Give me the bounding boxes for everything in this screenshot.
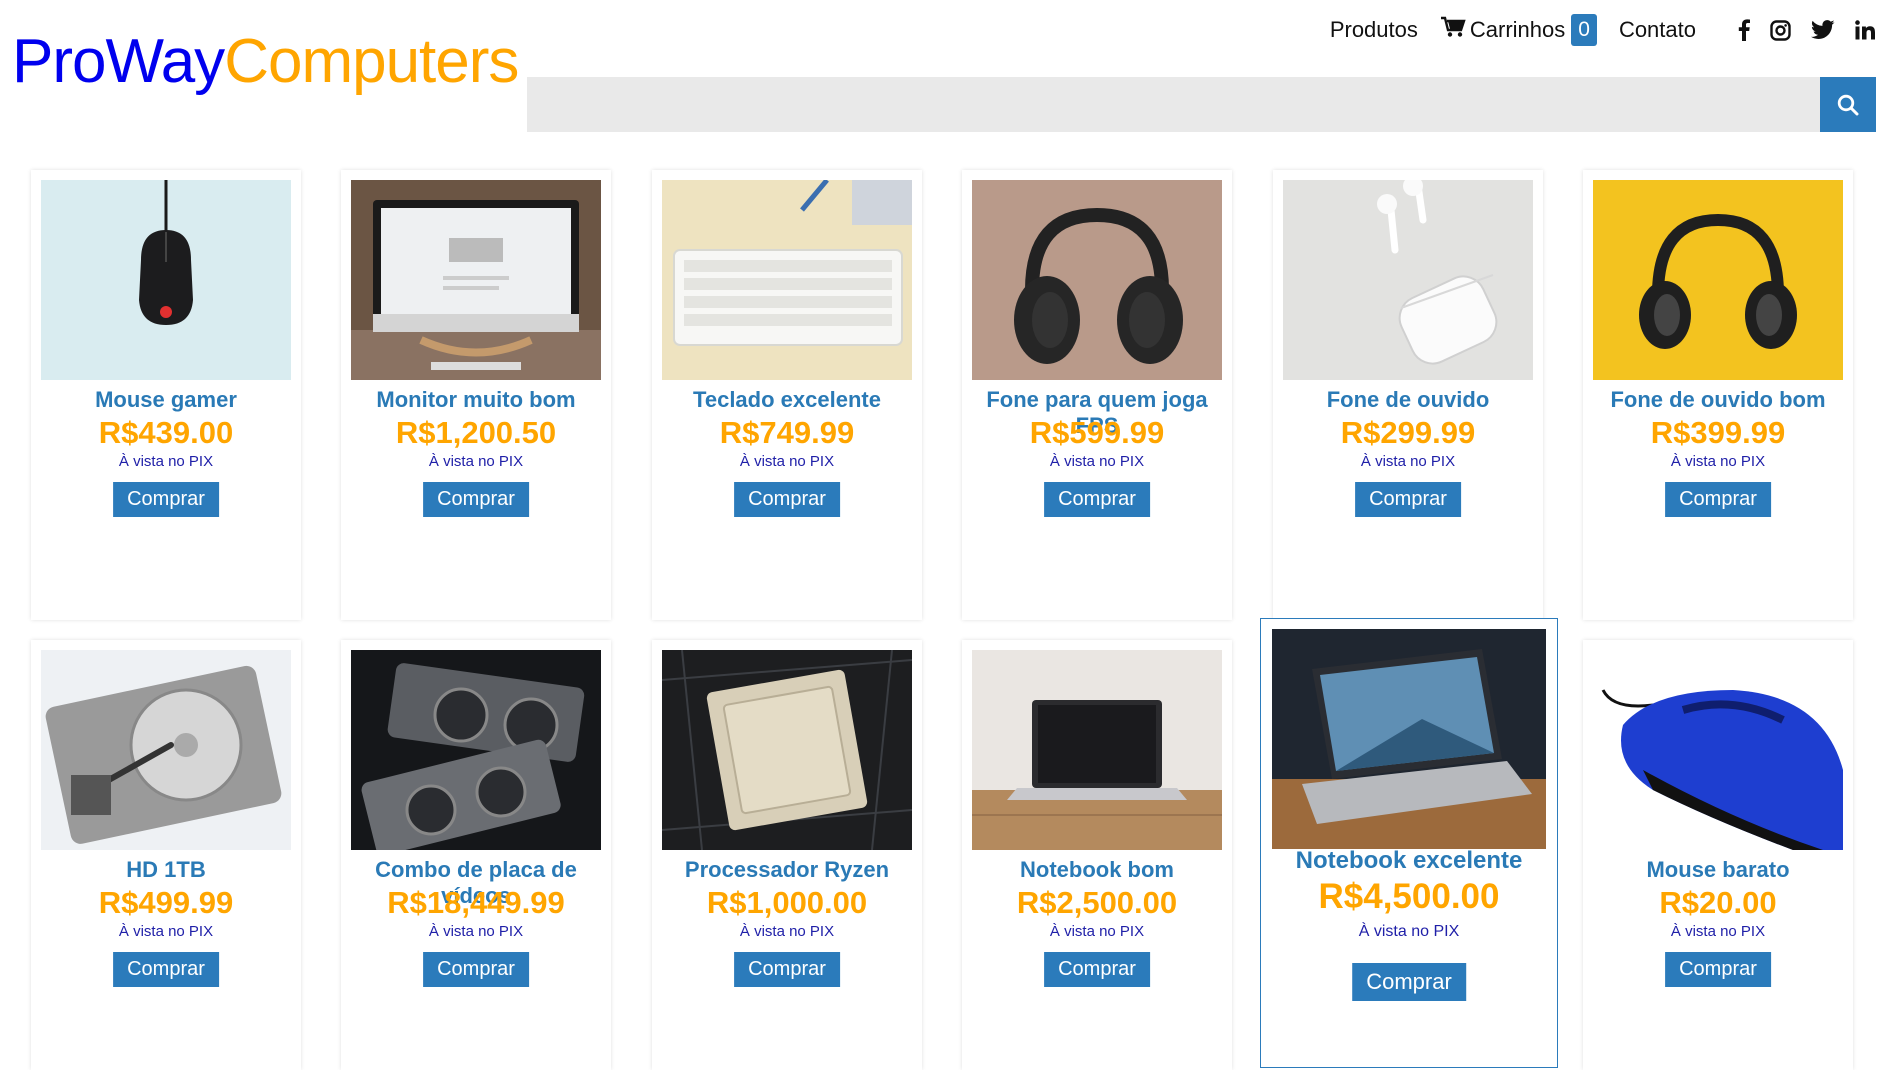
nav-cart-link[interactable]: Carrinhos 0 — [1440, 14, 1597, 46]
product-price: R$599.99 — [1029, 415, 1165, 450]
product-card-notebook-excelente[interactable]: Notebook excelente R$4,500.00 À vista no… — [1260, 618, 1558, 1068]
product-price: R$299.99 — [1340, 415, 1476, 450]
cart-count-badge: 0 — [1571, 14, 1597, 46]
buy-button[interactable]: Comprar — [1044, 952, 1150, 987]
social-links — [1718, 19, 1875, 41]
product-price: R$4,500.00 — [1318, 877, 1500, 916]
product-name[interactable]: Mouse gamer — [31, 387, 301, 413]
linkedin-icon[interactable] — [1855, 20, 1875, 40]
product-price: R$2,500.00 — [1016, 885, 1178, 920]
product-pix-label: À vista no PIX — [1358, 923, 1460, 940]
product-card-monitor[interactable]: Monitor muito bom R$1,200.50 À vista no … — [341, 170, 611, 620]
product-image[interactable] — [351, 180, 601, 380]
product-pix-label: À vista no PIX — [118, 453, 214, 470]
product-card-fone-ouvido[interactable]: Fone de ouvido R$299.99 À vista no PIX C… — [1273, 170, 1543, 620]
product-price: R$439.00 — [98, 415, 234, 450]
product-card-teclado[interactable]: Teclado excelente R$749.99 À vista no PI… — [652, 170, 922, 620]
product-price: R$399.99 — [1650, 415, 1786, 450]
top-nav: Produtos Carrinhos 0 Contato — [1330, 14, 1875, 46]
product-name[interactable]: Mouse barato — [1583, 857, 1853, 883]
product-image[interactable] — [41, 650, 291, 850]
product-price: R$1,000.00 — [706, 885, 868, 920]
buy-button[interactable]: Comprar — [423, 952, 529, 987]
product-card-ryzen[interactable]: Processador Ryzen R$1,000.00 À vista no … — [652, 640, 922, 1070]
product-image[interactable] — [41, 180, 291, 380]
nav-contato-link[interactable]: Contato — [1619, 17, 1696, 43]
search-input[interactable] — [527, 77, 1820, 132]
buy-button[interactable]: Comprar — [423, 482, 529, 517]
product-name[interactable]: Notebook bom — [962, 857, 1232, 883]
product-price: R$1,200.50 — [395, 415, 557, 450]
product-card-hd[interactable]: HD 1TB R$499.99 À vista no PIX Comprar — [31, 640, 301, 1070]
cart-icon — [1440, 16, 1470, 44]
buy-button[interactable]: Comprar — [1352, 963, 1466, 1001]
search-button[interactable] — [1820, 77, 1876, 132]
buy-button[interactable]: Comprar — [113, 482, 219, 517]
buy-button[interactable]: Comprar — [113, 952, 219, 987]
product-name[interactable]: Notebook excelente — [1261, 847, 1557, 875]
product-name[interactable]: Fone de ouvido bom — [1583, 387, 1853, 413]
buy-button[interactable]: Comprar — [1665, 952, 1771, 987]
product-pix-label: À vista no PIX — [118, 923, 214, 940]
product-image[interactable] — [1593, 650, 1843, 850]
buy-button[interactable]: Comprar — [1665, 482, 1771, 517]
facebook-icon[interactable] — [1738, 19, 1750, 41]
product-pix-label: À vista no PIX — [739, 453, 835, 470]
product-name[interactable]: HD 1TB — [31, 857, 301, 883]
product-card-fone-bom[interactable]: Fone de ouvido bom R$399.99 À vista no P… — [1583, 170, 1853, 620]
product-price: R$18,449.99 — [387, 885, 565, 920]
product-name[interactable]: Monitor muito bom — [341, 387, 611, 413]
product-name[interactable]: Processador Ryzen — [652, 857, 922, 883]
product-card-mouse-barato[interactable]: Mouse barato R$20.00 À vista no PIX Comp… — [1583, 640, 1853, 1070]
product-price: R$20.00 — [1659, 885, 1777, 920]
product-pix-label: À vista no PIX — [1360, 453, 1456, 470]
logo-part-2: Computers — [224, 27, 519, 96]
product-pix-label: À vista no PIX — [739, 923, 835, 940]
product-image[interactable] — [972, 180, 1222, 380]
logo-part-1: ProWay — [12, 27, 225, 96]
product-image[interactable] — [1283, 180, 1533, 380]
product-pix-label: À vista no PIX — [1049, 453, 1145, 470]
product-card-notebook-bom[interactable]: Notebook bom R$2,500.00 À vista no PIX C… — [962, 640, 1232, 1070]
product-card-fone-fps[interactable]: Fone para quem joga FPS R$599.99 À vista… — [962, 170, 1232, 620]
product-pix-label: À vista no PIX — [1670, 453, 1766, 470]
buy-button[interactable]: Comprar — [734, 482, 840, 517]
product-card-mouse-gamer[interactable]: Mouse gamer R$439.00 À vista no PIX Comp… — [31, 170, 301, 620]
buy-button[interactable]: Comprar — [734, 952, 840, 987]
buy-button[interactable]: Comprar — [1355, 482, 1461, 517]
product-image[interactable] — [972, 650, 1222, 850]
product-price: R$499.99 — [98, 885, 234, 920]
product-name[interactable]: Teclado excelente — [652, 387, 922, 413]
nav-produtos-link[interactable]: Produtos — [1330, 17, 1418, 43]
logo[interactable]: ProWayComputers — [12, 26, 519, 97]
product-name[interactable]: Fone de ouvido — [1273, 387, 1543, 413]
product-pix-label: À vista no PIX — [428, 923, 524, 940]
nav-cart-label: Carrinhos — [1469, 17, 1566, 42]
instagram-icon[interactable] — [1770, 19, 1791, 41]
product-image[interactable] — [1593, 180, 1843, 380]
product-image[interactable] — [351, 650, 601, 850]
product-pix-label: À vista no PIX — [1670, 923, 1766, 940]
product-image[interactable] — [662, 650, 912, 850]
product-pix-label: À vista no PIX — [428, 453, 524, 470]
product-card-placa-video[interactable]: Combo de placa de vídeos R$18,449.99 À v… — [341, 640, 611, 1070]
search-icon — [1837, 94, 1859, 115]
buy-button[interactable]: Comprar — [1044, 482, 1150, 517]
twitter-icon[interactable] — [1811, 20, 1835, 40]
product-pix-label: À vista no PIX — [1049, 923, 1145, 940]
product-image[interactable] — [1272, 629, 1546, 849]
product-image[interactable] — [662, 180, 912, 380]
product-price: R$749.99 — [719, 415, 855, 450]
